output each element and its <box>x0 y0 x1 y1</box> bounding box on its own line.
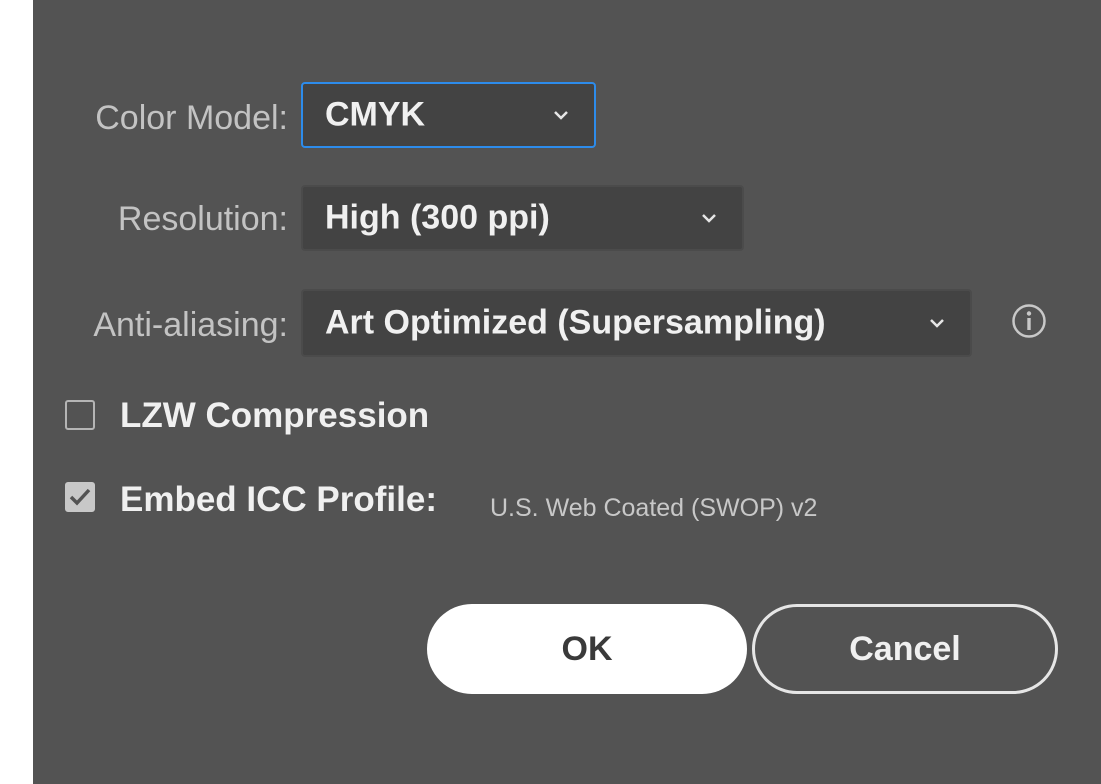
resolution-label: Resolution: <box>117 200 288 238</box>
embed-icc-profile-checkbox[interactable] <box>65 482 95 512</box>
anti-aliasing-select[interactable]: Art Optimized (Supersampling) <box>301 289 972 357</box>
anti-aliasing-label: Anti-aliasing: <box>93 306 288 344</box>
chevron-down-icon <box>702 214 716 223</box>
anti-aliasing-value: Art Optimized (Supersampling) <box>325 303 826 342</box>
ok-button[interactable]: OK <box>427 604 747 694</box>
embed-icc-profile-label[interactable]: Embed ICC Profile: <box>120 480 437 520</box>
lzw-compression-label[interactable]: LZW Compression <box>120 396 429 436</box>
info-icon[interactable] <box>1011 303 1047 339</box>
icc-profile-name: U.S. Web Coated (SWOP) v2 <box>490 494 818 522</box>
chevron-down-icon <box>930 319 944 328</box>
chevron-down-icon <box>554 111 568 120</box>
checkmark-icon <box>69 488 91 506</box>
resolution-value: High (300 ppi) <box>325 198 550 237</box>
color-model-label: Color Model: <box>95 99 288 137</box>
cancel-button[interactable]: Cancel <box>752 604 1058 694</box>
color-model-select[interactable]: CMYK <box>301 82 596 148</box>
resolution-select[interactable]: High (300 ppi) <box>301 185 744 251</box>
lzw-compression-checkbox[interactable] <box>65 400 95 430</box>
color-model-value: CMYK <box>325 95 426 134</box>
